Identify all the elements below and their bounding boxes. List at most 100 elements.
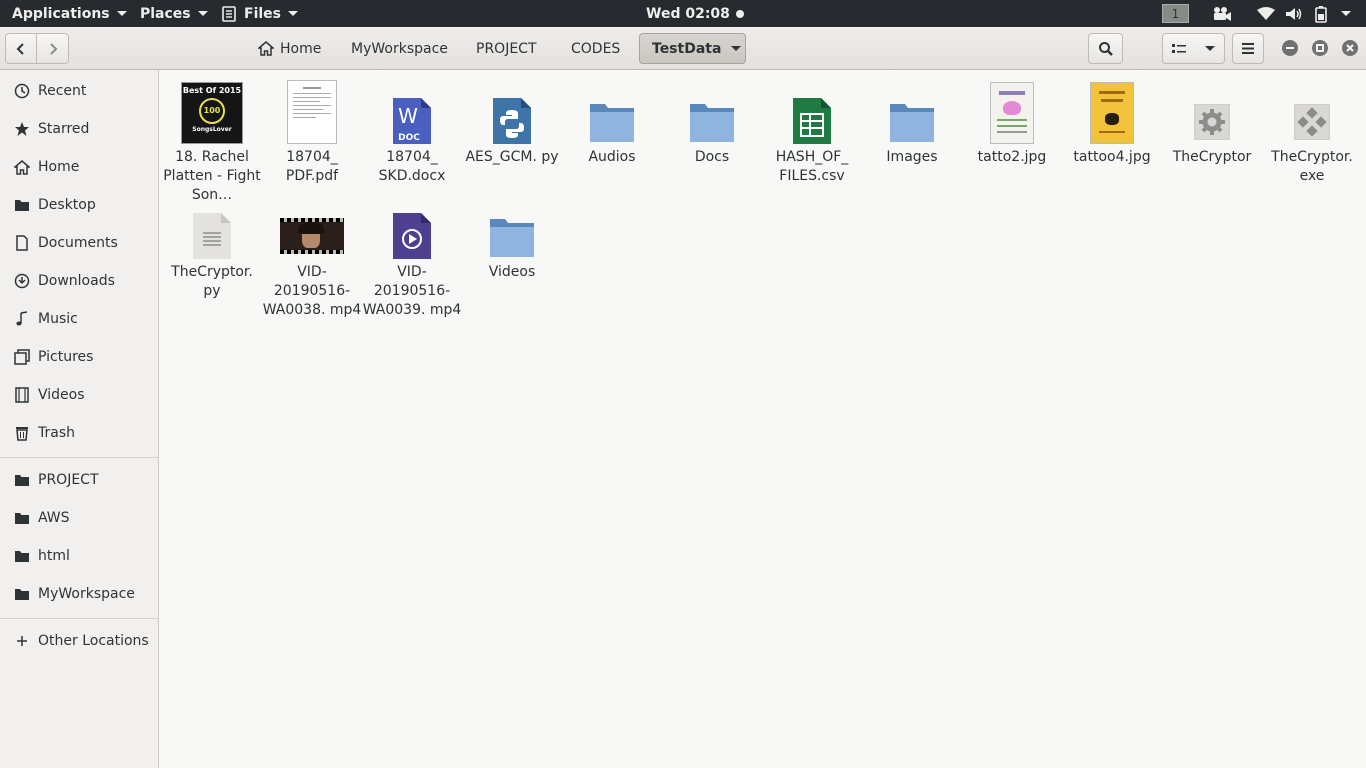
file-item[interactable]: 18704_ PDF.pdf bbox=[262, 76, 362, 186]
hamburger-icon bbox=[1242, 43, 1254, 54]
file-item[interactable]: TheCryptor. py bbox=[162, 191, 262, 301]
sidebar-item-project[interactable]: PROJECT bbox=[0, 462, 158, 498]
sidebar-item-music[interactable]: Music bbox=[0, 301, 158, 337]
sidebar-item-label: Starred bbox=[38, 121, 90, 137]
sidebar-item-label: MyWorkspace bbox=[38, 586, 135, 602]
file-name: Audios bbox=[588, 149, 636, 165]
breadcrumb-project[interactable]: PROJECT bbox=[464, 33, 549, 64]
file-name: TheCryptor. py bbox=[171, 264, 253, 299]
workspace-number: 1 bbox=[1171, 6, 1180, 21]
film-icon bbox=[14, 387, 30, 403]
file-item[interactable]: tattoo4.jpg bbox=[1062, 76, 1162, 167]
search-button[interactable] bbox=[1088, 33, 1123, 64]
pdf-thumbnail bbox=[262, 76, 362, 144]
volume-icon[interactable] bbox=[1285, 4, 1303, 23]
file-name: tatto2.jpg bbox=[977, 149, 1047, 165]
menu-button[interactable] bbox=[1232, 33, 1264, 64]
files-menu[interactable]: Files bbox=[222, 0, 298, 27]
applications-menu[interactable]: Applications bbox=[12, 0, 127, 27]
clock-icon bbox=[14, 83, 30, 99]
file-item[interactable]: W DOC 18704_ SKD.docx bbox=[362, 76, 462, 186]
top-panel: Applications Places Files Wed 02:08 1 bbox=[0, 0, 1366, 27]
sidebar-item-myworkspace[interactable]: MyWorkspace bbox=[0, 576, 158, 612]
folder-item[interactable]: Docs bbox=[662, 76, 762, 167]
sidebar-item-home[interactable]: Home bbox=[0, 149, 158, 185]
file-name: Videos bbox=[488, 264, 536, 280]
sidebar-item-label: Pictures bbox=[38, 349, 94, 365]
sidebar-item-videos[interactable]: Videos bbox=[0, 377, 158, 413]
maximize-icon bbox=[1316, 44, 1324, 52]
sidebar-item-other-locations[interactable]: Other Locations bbox=[0, 623, 158, 659]
folder-item[interactable]: Images bbox=[862, 76, 962, 167]
folder-item[interactable]: Audios bbox=[562, 76, 662, 167]
chevron-down-icon bbox=[731, 46, 742, 51]
sidebar-item-recent[interactable]: Recent bbox=[0, 73, 158, 109]
sidebar-item-label: Videos bbox=[38, 387, 85, 403]
forward-button[interactable] bbox=[37, 33, 69, 64]
breadcrumb-label: Home bbox=[280, 40, 322, 57]
close-button[interactable] bbox=[1342, 40, 1358, 56]
breadcrumb-codes[interactable]: CODES bbox=[559, 33, 632, 64]
sidebar-item-downloads[interactable]: Downloads bbox=[0, 263, 158, 299]
folder-icon bbox=[14, 472, 30, 488]
file-item[interactable]: TheCryptor. exe bbox=[1262, 76, 1362, 186]
minimize-button[interactable] bbox=[1282, 40, 1298, 56]
sidebar-item-label: Home bbox=[38, 159, 80, 175]
search-icon bbox=[1098, 41, 1113, 56]
file-item[interactable]: tatto2.jpg bbox=[962, 76, 1062, 167]
notification-dot-icon bbox=[735, 9, 744, 18]
sidebar-item-desktop[interactable]: Desktop bbox=[0, 187, 158, 223]
maximize-button[interactable] bbox=[1312, 40, 1328, 56]
file-item[interactable]: HASH_OF_ FILES.csv bbox=[762, 76, 862, 186]
chevron-right-icon bbox=[49, 42, 57, 55]
places-menu[interactable]: Places bbox=[140, 0, 208, 27]
file-name: 18704_ PDF.pdf bbox=[285, 149, 339, 184]
video-file-icon bbox=[362, 191, 462, 259]
sidebar-item-aws[interactable]: AWS bbox=[0, 500, 158, 536]
folder-icon bbox=[14, 586, 30, 602]
file-view[interactable]: Best Of 2015 100 SongsLover 18. Rachel P… bbox=[159, 70, 1366, 768]
folder-item[interactable]: Videos bbox=[462, 191, 562, 282]
file-item[interactable]: VID- 20190516- WA0038. mp4 bbox=[262, 191, 362, 320]
file-item[interactable]: TheCryptor bbox=[1162, 76, 1262, 167]
sidebar-item-documents[interactable]: Documents bbox=[0, 225, 158, 261]
file-item[interactable]: AES_GCM. py bbox=[462, 76, 562, 167]
chevron-down-icon bbox=[116, 11, 127, 16]
sidebar-item-label: html bbox=[38, 548, 70, 564]
file-item[interactable]: Best Of 2015 100 SongsLover 18. Rachel P… bbox=[162, 76, 262, 205]
breadcrumb-label: PROJECT bbox=[476, 40, 537, 57]
home-icon bbox=[258, 41, 274, 56]
album-art-thumbnail: Best Of 2015 100 SongsLover bbox=[162, 76, 262, 144]
breadcrumb-label: MyWorkspace bbox=[351, 40, 448, 57]
document-icon bbox=[14, 235, 30, 251]
folder-icon bbox=[14, 510, 30, 526]
sidebar-item-label: Desktop bbox=[38, 197, 96, 213]
sidebar-item-pictures[interactable]: Pictures bbox=[0, 339, 158, 375]
sidebar-item-label: Downloads bbox=[38, 273, 115, 289]
sidebar-item-label: Other Locations bbox=[38, 633, 149, 649]
places-label: Places bbox=[140, 5, 191, 22]
system-menu-arrow-icon[interactable] bbox=[1341, 4, 1351, 23]
breadcrumb-testdata[interactable]: TestData bbox=[639, 33, 746, 64]
breadcrumb-myworkspace[interactable]: MyWorkspace bbox=[339, 33, 460, 64]
executable-gear-icon bbox=[1162, 76, 1262, 144]
clock[interactable]: Wed 02:08 bbox=[646, 0, 744, 27]
sidebar-item-trash[interactable]: Trash bbox=[0, 415, 158, 451]
plus-icon bbox=[14, 633, 30, 649]
view-mode-button[interactable] bbox=[1162, 33, 1225, 64]
minimize-icon bbox=[1286, 47, 1294, 49]
battery-icon[interactable] bbox=[1313, 4, 1329, 23]
breadcrumb-home[interactable]: Home bbox=[246, 33, 333, 64]
download-icon bbox=[14, 273, 30, 289]
wifi-icon[interactable] bbox=[1257, 4, 1275, 23]
file-item[interactable]: VID- 20190516- WA0039. mp4 bbox=[362, 191, 462, 320]
back-button[interactable] bbox=[5, 33, 37, 64]
sidebar-item-starred[interactable]: Starred bbox=[0, 111, 158, 147]
sidebar: Recent Starred Home Desktop Documents Do… bbox=[0, 70, 159, 768]
file-name: Docs bbox=[694, 149, 730, 165]
clock-label: Wed 02:08 bbox=[646, 5, 730, 22]
svg-text:DOC: DOC bbox=[398, 133, 420, 143]
workspace-indicator[interactable]: 1 bbox=[1162, 4, 1189, 23]
sidebar-item-html[interactable]: html bbox=[0, 538, 158, 574]
video-camera-icon[interactable] bbox=[1212, 4, 1232, 23]
